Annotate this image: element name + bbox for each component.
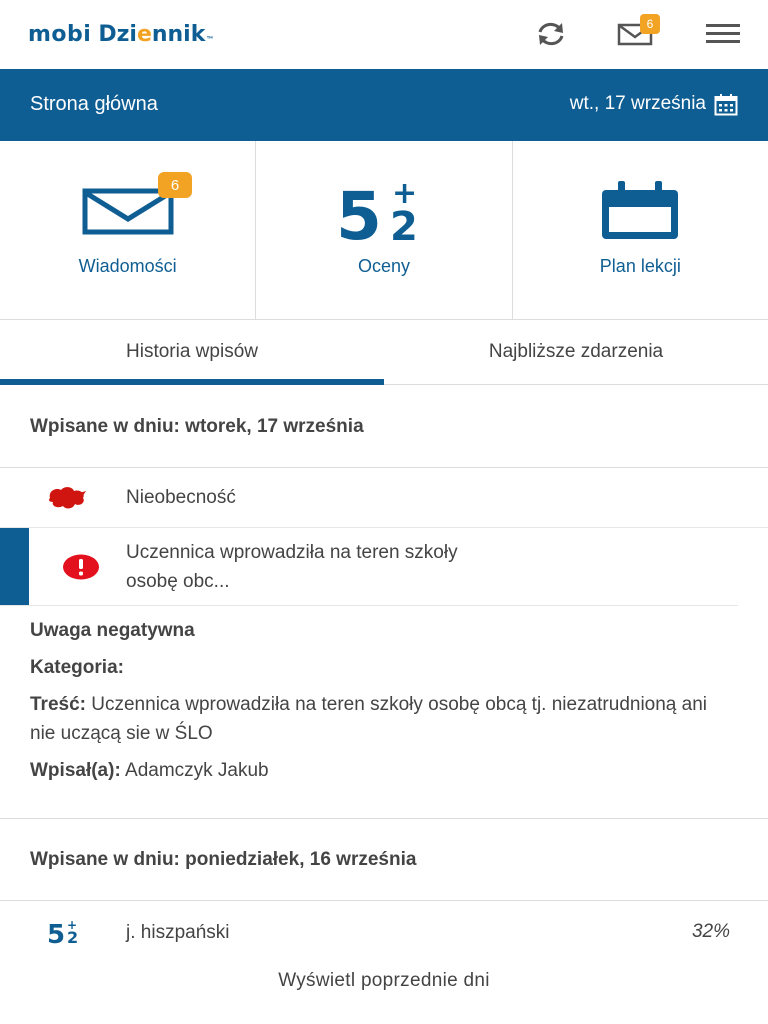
tile-schedule[interactable]: Plan lekcji [513, 141, 768, 319]
tab-upcoming-label: Najbliższe zdarzenia [488, 341, 664, 362]
remark-line-2: osobę obc... [126, 571, 230, 592]
app-logo: mobi Dziennik ™ [28, 22, 213, 50]
page-header: Strona główna wt., 17 września [0, 69, 768, 141]
tile-messages-badge: 6 [158, 172, 192, 198]
list-item-label: Nieobecność [126, 487, 236, 508]
page-title: Strona główna [30, 93, 158, 115]
list-item-absence[interactable]: Nieobecność [0, 468, 768, 528]
tile-schedule-label: Plan lekcji [599, 256, 681, 276]
day-header-text: Wpisane w dniu: wtorek, 17 września [30, 415, 364, 437]
svg-text:5: 5 [336, 179, 382, 245]
list-item-label: j. hiszpański [126, 921, 230, 943]
remark-type: Uwaga negatywna [30, 620, 195, 641]
tab-history-label: Historia wpisów [126, 341, 258, 362]
day-header-text: Wpisane w dniu: poniedziałek, 16 wrześni… [30, 848, 417, 870]
list-item-grade[interactable]: 5 + 2 j. hiszpański 32% [0, 902, 768, 962]
grades-icon: 5 + 2 [336, 179, 418, 245]
calendar-icon [602, 181, 679, 239]
svg-text:2: 2 [390, 204, 418, 245]
messages-button[interactable]: 6 [617, 14, 660, 50]
menu-button[interactable] [705, 18, 741, 50]
tile-grades[interactable]: 5 + 2 Oceny [256, 141, 513, 319]
svg-text:5: 5 [47, 920, 65, 946]
warning-icon [63, 554, 99, 579]
remark-author: Wpisał(a): Adamczyk Jakub [30, 760, 269, 781]
show-previous-days-button[interactable]: Wyświetl poprzednie dni [0, 970, 768, 992]
calendar-icon[interactable] [714, 94, 738, 116]
tile-messages-label: Wiadomości [78, 256, 177, 276]
day-header: Wpisane w dniu: poniedziałek, 16 wrześni… [0, 819, 768, 901]
top-bar: mobi Dziennik ™ 6 [0, 0, 768, 69]
current-date: wt., 17 września [569, 93, 706, 114]
messages-badge: 6 [640, 14, 660, 34]
list-item-remark[interactable]: Uczennica wprowadziła na teren szkoły os… [0, 528, 738, 606]
refresh-button[interactable] [533, 18, 569, 50]
refresh-icon [538, 22, 564, 46]
remark-category: Kategoria: [30, 657, 124, 678]
tab-upcoming[interactable]: Najbliższe zdarzenia [384, 320, 768, 384]
hamburger-icon [706, 24, 740, 43]
tile-grades-label: Oceny [357, 256, 410, 276]
tile-messages[interactable]: Wiadomości [0, 141, 257, 319]
list-item-label: Uczennica wprowadziła na teren szkoły os… [126, 538, 458, 596]
svg-text:2: 2 [67, 928, 78, 946]
logo-trademark: ™ [206, 36, 214, 43]
remark-line-1: Uczennica wprowadziła na teren szkoły [126, 542, 458, 563]
logo-mobi: mobi [28, 22, 92, 47]
remark-detail: Uwaga negatywna Kategoria: Treść: Uczenn… [30, 616, 730, 793]
remark-content: Treść: Uczennica wprowadziła na teren sz… [30, 694, 708, 744]
logo-dziennik: Dziennik [98, 22, 206, 47]
quick-tiles: Wiadomości 5 + 2 Oceny Plan lekcji [0, 141, 768, 320]
tabs: Historia wpisów Najbliższe zdarzenia [0, 320, 768, 385]
grade-icon: 5 + 2 [47, 918, 78, 946]
day-header: Wpisane w dniu: wtorek, 17 września [0, 386, 768, 468]
grade-value: 32% [691, 921, 730, 942]
tab-history[interactable]: Historia wpisów [0, 320, 384, 385]
absence-icon [49, 486, 86, 508]
